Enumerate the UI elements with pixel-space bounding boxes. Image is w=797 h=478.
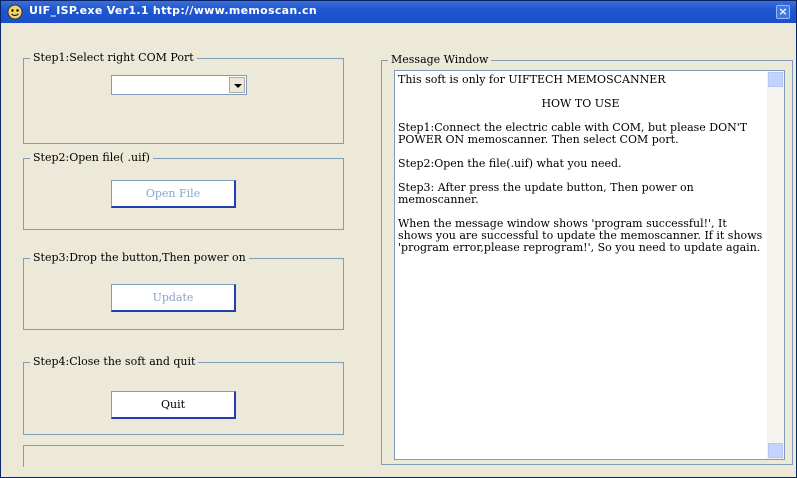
title-bar[interactable]: UIF_ISP.exe Ver1.1 http://www.memoscan.c… [1,1,796,23]
message-line: Step3: After press the update button, Th… [398,181,698,206]
quit-button[interactable]: Quit [111,391,236,419]
message-textarea[interactable]: This soft is only for UIFTECH MEMOSCANNE… [394,70,785,460]
message-heading: HOW TO USE [541,97,620,110]
app-window: UIF_ISP.exe Ver1.1 http://www.memoscan.c… [0,0,797,478]
scroll-down-button[interactable] [768,443,783,458]
step2-legend: Step2:Open file( .uif) [30,151,153,164]
open-file-button[interactable]: Open File [111,180,236,208]
app-icon [7,4,23,20]
divider [23,445,344,446]
chevron-down-icon[interactable] [229,77,245,93]
message-line: This soft is only for UIFTECH MEMOSCANNE… [398,73,666,86]
vertical-scrollbar[interactable] [767,71,784,459]
com-port-select[interactable] [111,75,247,95]
step4-legend: Step4:Close the soft and quit [30,355,199,368]
close-button[interactable]: × [776,5,790,19]
message-line: Step1:Connect the electric cable with CO… [398,121,751,146]
step1-legend: Step1:Select right COM Port [30,51,197,64]
message-line: When the message window shows 'program s… [398,217,766,254]
window-title: UIF_ISP.exe Ver1.1 http://www.memoscan.c… [29,4,317,17]
message-content: This soft is only for UIFTECH MEMOSCANNE… [398,74,763,266]
update-button[interactable]: Update [111,284,236,312]
status-box [23,445,24,467]
scroll-up-button[interactable] [768,72,783,87]
message-window-legend: Message Window [388,53,492,66]
step1-group: Step1:Select right COM Port [23,51,344,144]
step3-legend: Step3:Drop the button,Then power on [30,251,249,264]
message-line: Step2:Open the file(.uif) what you need. [398,157,622,170]
